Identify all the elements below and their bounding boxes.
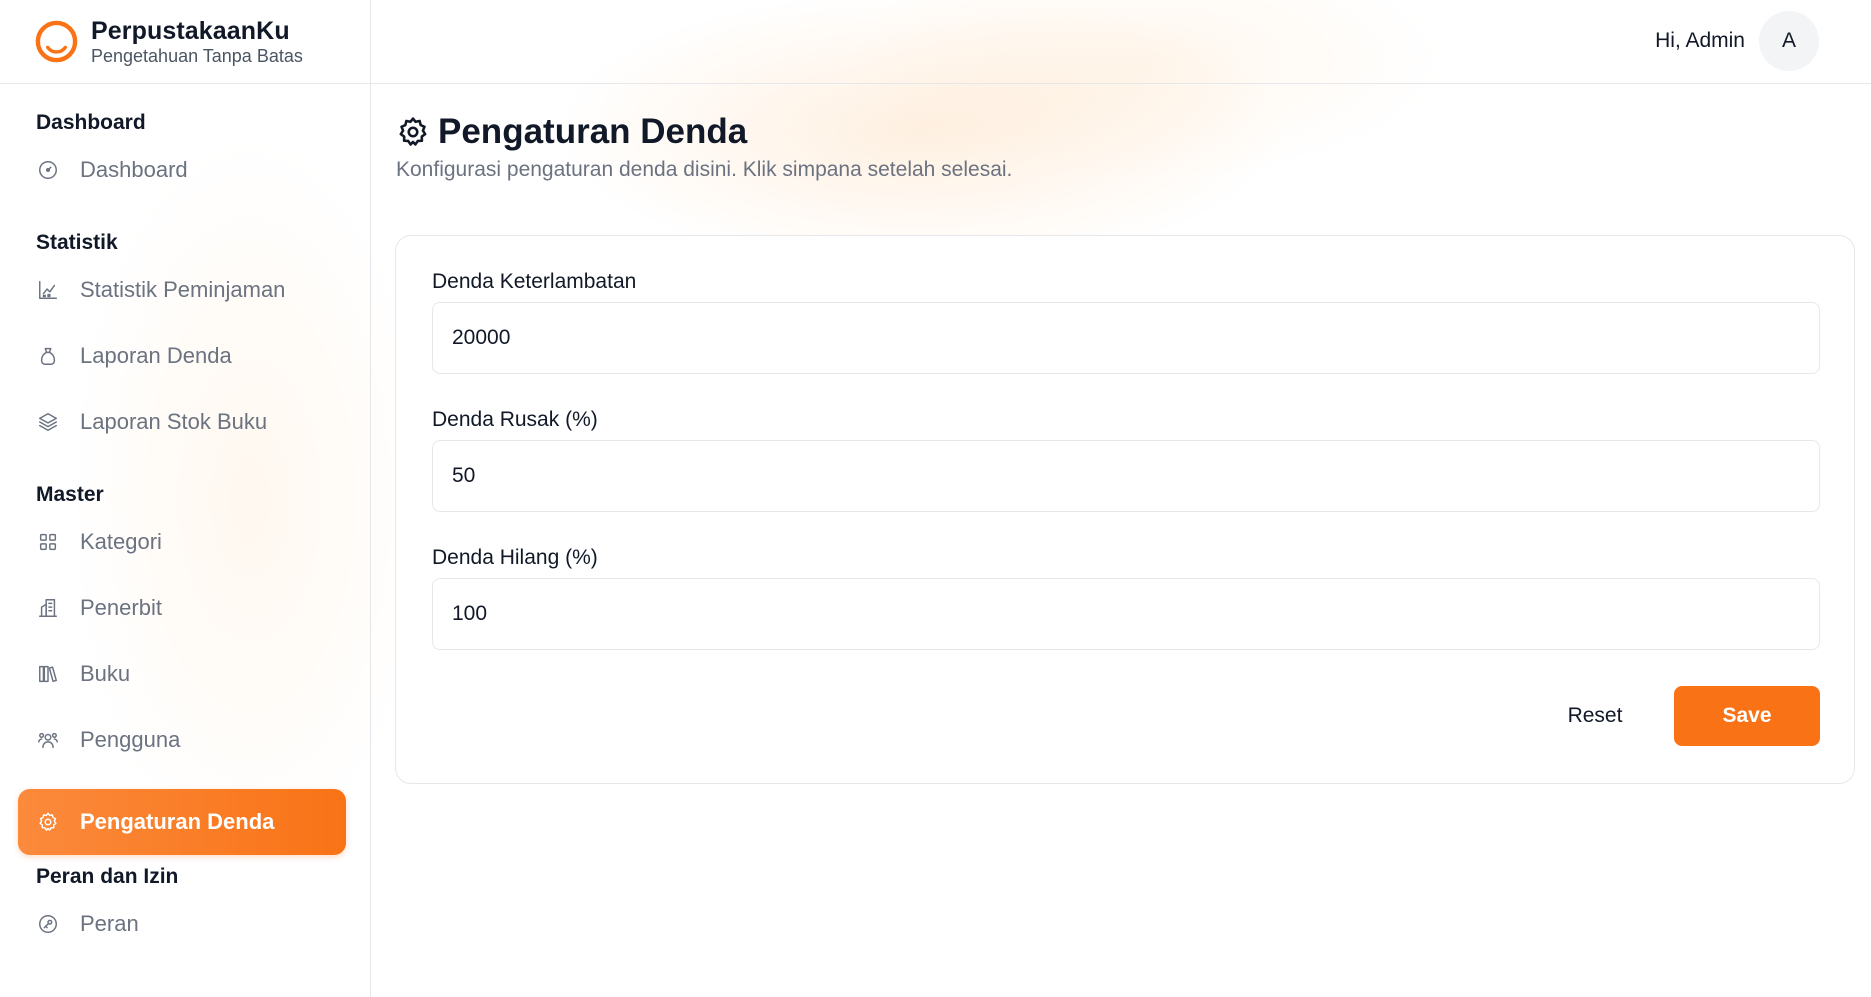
page-subtitle: Konfigurasi pengaturan denda disini. Kli… (396, 158, 1013, 181)
page-header: Pengaturan Denda (396, 112, 747, 152)
save-button[interactable]: Save (1674, 686, 1820, 746)
logo-icon (35, 20, 78, 63)
avatar[interactable]: A (1759, 11, 1819, 71)
sidebar-section-peran-dan-izin: Peran dan Izin (36, 865, 179, 888)
sidebar-item-label: Peran (80, 911, 139, 936)
stack-icon (36, 410, 60, 434)
sidebar-section-master: Master (36, 483, 104, 506)
gear-icon (36, 810, 60, 834)
sidebar-item-penerbit[interactable]: Penerbit (18, 575, 346, 641)
sidebar-item-label: Penerbit (80, 595, 162, 620)
sidebar-item-pengaturan-denda[interactable]: Pengaturan Denda (18, 789, 346, 855)
grid-icon (36, 530, 60, 554)
greeting-text: Hi, Admin (1655, 29, 1745, 52)
brand-text: PerpustakaanKu Pengetahuan Tanpa Batas (91, 17, 303, 67)
gear-icon (396, 115, 430, 149)
sidebar-item-label: Dashboard (80, 157, 188, 182)
sidebar-item-label: Kategori (80, 529, 162, 554)
sidebar-item-statistik-peminjaman[interactable]: Statistik Peminjaman (18, 257, 346, 323)
late-fine-label: Denda Keterlambatan (432, 270, 637, 293)
sidebar-item-label: Pengguna (80, 727, 181, 752)
sidebar-item-label: Statistik Peminjaman (80, 277, 286, 302)
brand-tagline: Pengetahuan Tanpa Batas (91, 45, 303, 66)
top-header: PerpustakaanKu Pengetahuan Tanpa Batas H… (0, 0, 1871, 84)
damage-fine-label: Denda Rusak (%) (432, 408, 598, 431)
sidebar-item-dashboard[interactable]: Dashboard (18, 137, 346, 203)
sidebar-item-peran[interactable]: Peran (18, 891, 346, 957)
lost-fine-label: Denda Hilang (%) (432, 546, 598, 569)
books-icon (36, 662, 60, 686)
users-icon (36, 728, 60, 752)
sidebar-item-label: Buku (80, 661, 131, 686)
sidebar-item-label: Pengaturan Denda (80, 809, 275, 834)
money-bag-icon (36, 344, 60, 368)
damage-fine-input[interactable] (432, 440, 1820, 512)
reset-button[interactable]: Reset (1520, 686, 1670, 746)
sidebar-item-laporan-denda[interactable]: Laporan Denda (18, 323, 346, 389)
lost-fine-input[interactable] (432, 578, 1820, 650)
sidebar-item-buku[interactable]: Buku (18, 641, 346, 707)
sidebar-item-kategori[interactable]: Kategori (18, 509, 346, 575)
brand-name: PerpustakaanKu (91, 16, 290, 45)
gauge-icon (36, 158, 60, 182)
page-title: Pengaturan Denda (438, 112, 748, 151)
building-icon (36, 596, 60, 620)
key-circle-icon (36, 912, 60, 936)
brand[interactable]: PerpustakaanKu Pengetahuan Tanpa Batas (0, 0, 371, 84)
sidebar-section-dashboard: Dashboard (36, 111, 146, 134)
sidebar-item-label: Laporan Denda (80, 343, 232, 368)
sidebar-section-statistik: Statistik (36, 231, 118, 254)
sidebar-item-pengguna[interactable]: Pengguna (18, 707, 346, 773)
user-menu: Hi, Admin A (1655, 10, 1819, 72)
settings-form-card: Denda Keterlambatan Denda Rusak (%) Dend… (395, 235, 1855, 784)
late-fine-input[interactable] (432, 302, 1820, 374)
sidebar-item-label: Laporan Stok Buku (80, 409, 268, 434)
chart-icon (36, 278, 60, 302)
sidebar: Dashboard Dashboard Statistik Statistik … (0, 84, 371, 997)
sidebar-item-laporan-stok-buku[interactable]: Laporan Stok Buku (18, 389, 346, 455)
